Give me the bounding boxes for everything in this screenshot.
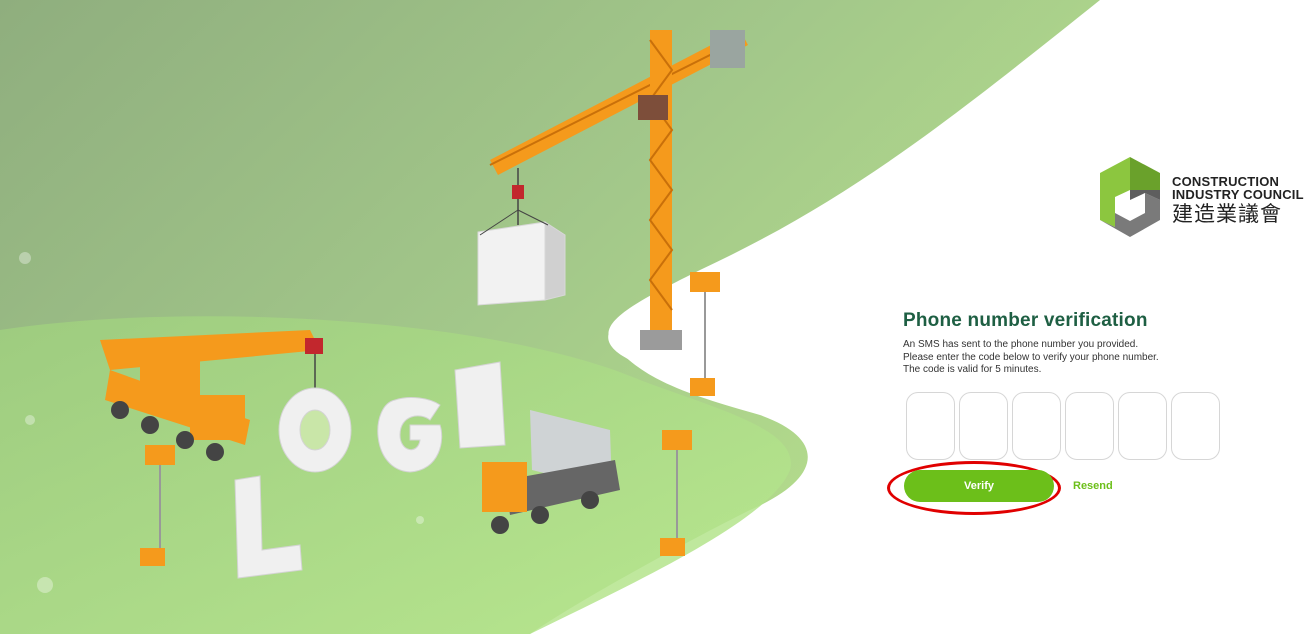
code-digit-1[interactable]: [906, 392, 955, 460]
code-input-group: [906, 392, 1220, 460]
description-line: The code is valid for 5 minutes.: [903, 364, 1042, 375]
code-digit-6[interactable]: [1171, 392, 1220, 460]
page-title: Phone number verification: [903, 310, 1148, 331]
code-digit-5[interactable]: [1118, 392, 1167, 460]
resend-link[interactable]: Resend: [1073, 480, 1113, 492]
logo-line-2: INDUSTRY COUNCIL: [1172, 187, 1304, 202]
description-line: Please enter the code below to verify yo…: [903, 351, 1159, 363]
verify-button[interactable]: Verify: [904, 470, 1054, 502]
logo-text: CONSTRUCTION INDUSTRY COUNCIL 建造業議會: [1172, 175, 1304, 225]
code-digit-3[interactable]: [1012, 392, 1061, 460]
code-digit-2[interactable]: [959, 392, 1008, 460]
description-line: An SMS has sent to the phone number you …: [903, 339, 1139, 350]
letter-n-block: [477, 221, 566, 306]
logo-line-cjk: 建造業議會: [1172, 202, 1282, 226]
verification-description: An SMS has sent to the phone number you …: [903, 339, 1203, 377]
code-digit-4[interactable]: [1065, 392, 1114, 460]
